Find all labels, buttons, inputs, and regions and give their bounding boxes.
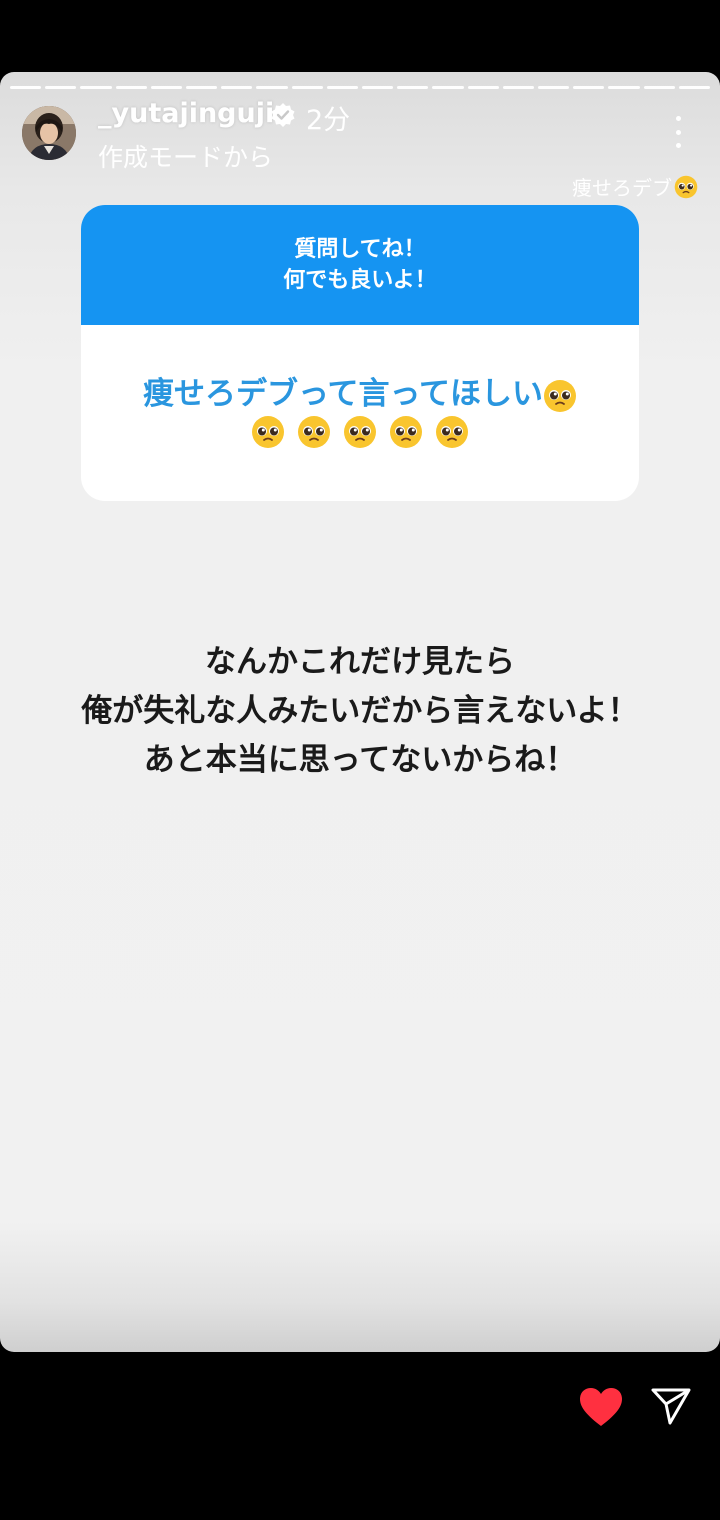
verified-badge-icon <box>271 103 295 127</box>
progress-segment <box>256 86 288 89</box>
progress-segment <box>643 86 675 89</box>
progress-segment <box>10 86 42 89</box>
pleading-face-icon <box>436 416 468 448</box>
story-text: なんかこれだけ見たら 俺が失礼な人みたいだから言えないよ！ あと本当に思ってない… <box>0 638 720 785</box>
question-sticker[interactable]: 質問してね！ 何でも良いよ！ 痩せろデブって言ってほしい <box>81 205 639 501</box>
progress-segment <box>150 86 183 89</box>
story-progress-bar <box>10 86 711 89</box>
question-answer: 痩せろデブって言ってほしい <box>81 325 639 449</box>
story-subtitle: 作成モードから <box>98 143 274 172</box>
progress-segment <box>326 86 359 89</box>
send-icon[interactable] <box>650 1385 692 1427</box>
pleading-face-icon <box>543 379 576 412</box>
progress-segment <box>80 86 112 89</box>
pleading-face-icon <box>298 416 330 448</box>
username[interactable]: _yutajinguji <box>98 98 274 129</box>
progress-segment <box>291 86 323 89</box>
progress-segment <box>115 86 147 89</box>
prompt-line-1: 質問してね！ <box>294 237 426 262</box>
message-line-2: 俺が失礼な人みたいだから言えないよ！ <box>81 693 639 729</box>
pleading-face-icon <box>344 416 376 448</box>
progress-segment <box>502 86 535 89</box>
story-view[interactable]: _yutajinguji 2分 作成モードから 痩せろデブ 質問してね！ 何でも… <box>0 72 720 1352</box>
prompt-line-2: 何でも良いよ！ <box>283 268 437 293</box>
progress-segment <box>362 86 394 89</box>
progress-segment <box>45 86 77 89</box>
pleading-face-icon <box>252 416 284 448</box>
progress-segment <box>467 86 499 89</box>
progress-segment <box>608 86 640 89</box>
progress-segment <box>678 86 711 89</box>
progress-segment <box>221 86 253 89</box>
progress-segment <box>538 86 570 89</box>
progress-segment <box>573 86 605 89</box>
answer-text: 痩せろデブって言ってほしい <box>143 376 543 412</box>
emoji-row <box>81 415 639 449</box>
caption-text: 痩せろデブ <box>572 176 672 200</box>
message-line-3: あと本当に思ってないからね！ <box>143 742 577 778</box>
avatar[interactable] <box>22 106 76 160</box>
pleading-face-icon <box>674 175 698 198</box>
progress-segment <box>186 86 218 89</box>
pleading-face-icon <box>390 416 422 448</box>
heart-icon[interactable] <box>578 1386 624 1428</box>
progress-segment <box>397 86 429 89</box>
progress-segment <box>432 86 464 89</box>
message-line-1: なんかこれだけ見たら <box>205 644 515 680</box>
question-prompt: 質問してね！ 何でも良いよ！ <box>81 205 639 325</box>
post-time: 2分 <box>306 105 351 136</box>
more-options-icon[interactable] <box>664 112 692 152</box>
caption-sticker: 痩せろデブ <box>572 172 698 201</box>
